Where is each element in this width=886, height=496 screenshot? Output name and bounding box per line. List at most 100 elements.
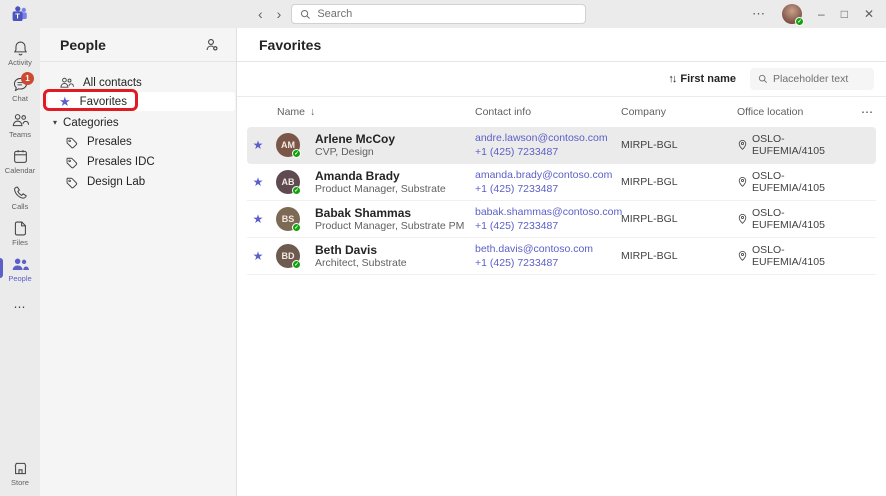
- categories-label: Categories: [63, 117, 119, 129]
- contacts-icon: [59, 76, 74, 90]
- rail-item-people[interactable]: People: [0, 252, 40, 288]
- avatar: BD ✓: [276, 244, 300, 268]
- rail-item-calls[interactable]: Calls: [0, 180, 40, 216]
- sort-desc-icon: ↓: [310, 106, 315, 118]
- presence-available-icon: ✓: [292, 186, 301, 195]
- page-title: Favorites: [259, 37, 321, 53]
- column-header-company[interactable]: Company: [615, 106, 731, 118]
- person-name: Babak Shammas: [315, 206, 469, 220]
- favorite-star-icon[interactable]: ★: [247, 138, 269, 152]
- sidebar-item-all-contacts[interactable]: All contacts: [40, 73, 236, 92]
- rail-item-calendar[interactable]: Calendar: [0, 144, 40, 180]
- email-link[interactable]: andre.lawson@contoso.com: [475, 131, 615, 145]
- sidebar-item-design-lab[interactable]: Design Lab: [40, 172, 236, 192]
- favorite-star-icon[interactable]: ★: [247, 212, 269, 226]
- presence-available-icon: ✓: [292, 149, 301, 158]
- sort-label: First name: [680, 73, 736, 85]
- company-value: MIRPL-BGL: [615, 139, 731, 151]
- add-contact-icon[interactable]: [204, 37, 220, 53]
- phone-link[interactable]: +1 (425) 7233487: [475, 256, 615, 270]
- people-table-body: ★ AM ✓ Arlene McCoy CVP, Design andre.la…: [247, 127, 876, 275]
- filter-input[interactable]: [773, 73, 866, 85]
- user-avatar[interactable]: ✓: [782, 4, 802, 24]
- office-location-value: OSLO-EUFEMIA/4105: [752, 170, 857, 194]
- svg-text:T: T: [15, 11, 20, 20]
- rail-item-store[interactable]: Store: [0, 456, 40, 492]
- presence-available-icon: ✓: [795, 17, 804, 26]
- file-icon: [12, 220, 29, 237]
- favorites-label: Favorites: [80, 96, 127, 108]
- phone-link[interactable]: +1 (425) 7233487: [475, 182, 615, 196]
- search-input[interactable]: [317, 8, 577, 20]
- rail-more-apps-icon[interactable]: ⋯: [14, 288, 27, 326]
- tag-icon: [65, 136, 78, 149]
- main-content: Favorites ↑↓ First name Name ↓ Cont: [237, 28, 886, 496]
- email-link[interactable]: babak.shammas@contoso.com: [475, 205, 615, 219]
- phone-icon: [12, 184, 29, 201]
- sidebar-section-categories[interactable]: ▾ Categories: [40, 113, 236, 132]
- sidebar-item-presales[interactable]: Presales: [40, 132, 236, 152]
- rail-item-chat[interactable]: Chat 1: [0, 72, 40, 108]
- rail-item-teams[interactable]: Teams: [0, 108, 40, 144]
- contact-filter[interactable]: [750, 68, 874, 90]
- sort-by-first-name-button[interactable]: ↑↓ First name: [668, 73, 736, 85]
- titlebar-more-icon[interactable]: ⋯: [752, 6, 766, 22]
- chevron-down-icon: ▾: [53, 118, 57, 127]
- avatar: BS ✓: [276, 207, 300, 231]
- avatar: AB ✓: [276, 170, 300, 194]
- person-job-title: Product Manager, Substrate PM: [315, 220, 469, 233]
- people-table: Name ↓ Contact info Company Office locat…: [237, 97, 886, 275]
- teams-people-icon: [11, 112, 29, 129]
- sidebar-item-presales-idc[interactable]: Presales IDC: [40, 152, 236, 172]
- column-header-name[interactable]: Name ↓: [269, 106, 469, 118]
- column-header-office[interactable]: Office location: [731, 106, 857, 118]
- sort-arrows-icon: ↑↓: [668, 73, 675, 85]
- rail-item-activity[interactable]: Activity: [0, 36, 40, 72]
- email-link[interactable]: beth.davis@contoso.com: [475, 242, 615, 256]
- location-pin-icon: [737, 176, 748, 188]
- person-job-title: CVP, Design: [315, 146, 469, 159]
- table-row[interactable]: ★ BD ✓ Beth Davis Architect, Substrate b…: [247, 238, 876, 275]
- table-row[interactable]: ★ AM ✓ Arlene McCoy CVP, Design andre.la…: [247, 127, 876, 164]
- back-arrow-icon[interactable]: ‹: [258, 7, 263, 21]
- presence-available-icon: ✓: [292, 260, 301, 269]
- sidebar-item-favorites[interactable]: ★ Favorites: [48, 92, 235, 111]
- person-job-title: Architect, Substrate: [315, 257, 469, 270]
- phone-link[interactable]: +1 (425) 7233487: [475, 145, 615, 159]
- company-value: MIRPL-BGL: [615, 176, 731, 188]
- table-row[interactable]: ★ BS ✓ Babak Shammas Product Manager, Su…: [247, 201, 876, 238]
- person-job-title: Product Manager, Substrate: [315, 183, 469, 196]
- person-name: Arlene McCoy: [315, 132, 469, 146]
- bell-icon: [12, 40, 29, 57]
- search-icon: [300, 9, 311, 20]
- maximize-button[interactable]: □: [841, 8, 848, 20]
- location-pin-icon: [737, 213, 748, 225]
- office-location-value: OSLO-EUFEMIA/4105: [752, 133, 857, 157]
- office-location-value: OSLO-EUFEMIA/4105: [752, 244, 857, 268]
- forward-arrow-icon[interactable]: ›: [277, 7, 282, 21]
- column-header-contact[interactable]: Contact info: [469, 106, 615, 118]
- close-button[interactable]: ✕: [864, 8, 874, 20]
- person-name: Beth Davis: [315, 243, 469, 257]
- table-row[interactable]: ★ AB ✓ Amanda Brady Product Manager, Sub…: [247, 164, 876, 201]
- column-options-icon[interactable]: ⋯: [857, 105, 876, 119]
- location-pin-icon: [737, 250, 748, 262]
- star-filled-icon: ★: [59, 95, 71, 108]
- rail-item-files[interactable]: Files: [0, 216, 40, 252]
- favorite-star-icon[interactable]: ★: [247, 249, 269, 263]
- phone-link[interactable]: +1 (425) 7233487: [475, 219, 615, 233]
- location-pin-icon: [737, 139, 748, 151]
- email-link[interactable]: amanda.brady@contoso.com: [475, 168, 615, 182]
- chat-unread-badge: 1: [21, 72, 34, 85]
- office-location-value: OSLO-EUFEMIA/4105: [752, 207, 857, 231]
- presence-available-icon: ✓: [292, 223, 301, 232]
- global-search[interactable]: [291, 4, 586, 24]
- favorite-star-icon[interactable]: ★: [247, 175, 269, 189]
- calendar-icon: [12, 148, 29, 165]
- app-rail: Activity Chat 1 Teams Calendar Calls Fil…: [0, 28, 40, 496]
- list-toolbar: ↑↓ First name: [237, 62, 886, 97]
- minimize-button[interactable]: –: [818, 8, 825, 20]
- person-name: Amanda Brady: [315, 169, 469, 183]
- tag-icon: [65, 176, 78, 189]
- store-icon: [12, 460, 29, 477]
